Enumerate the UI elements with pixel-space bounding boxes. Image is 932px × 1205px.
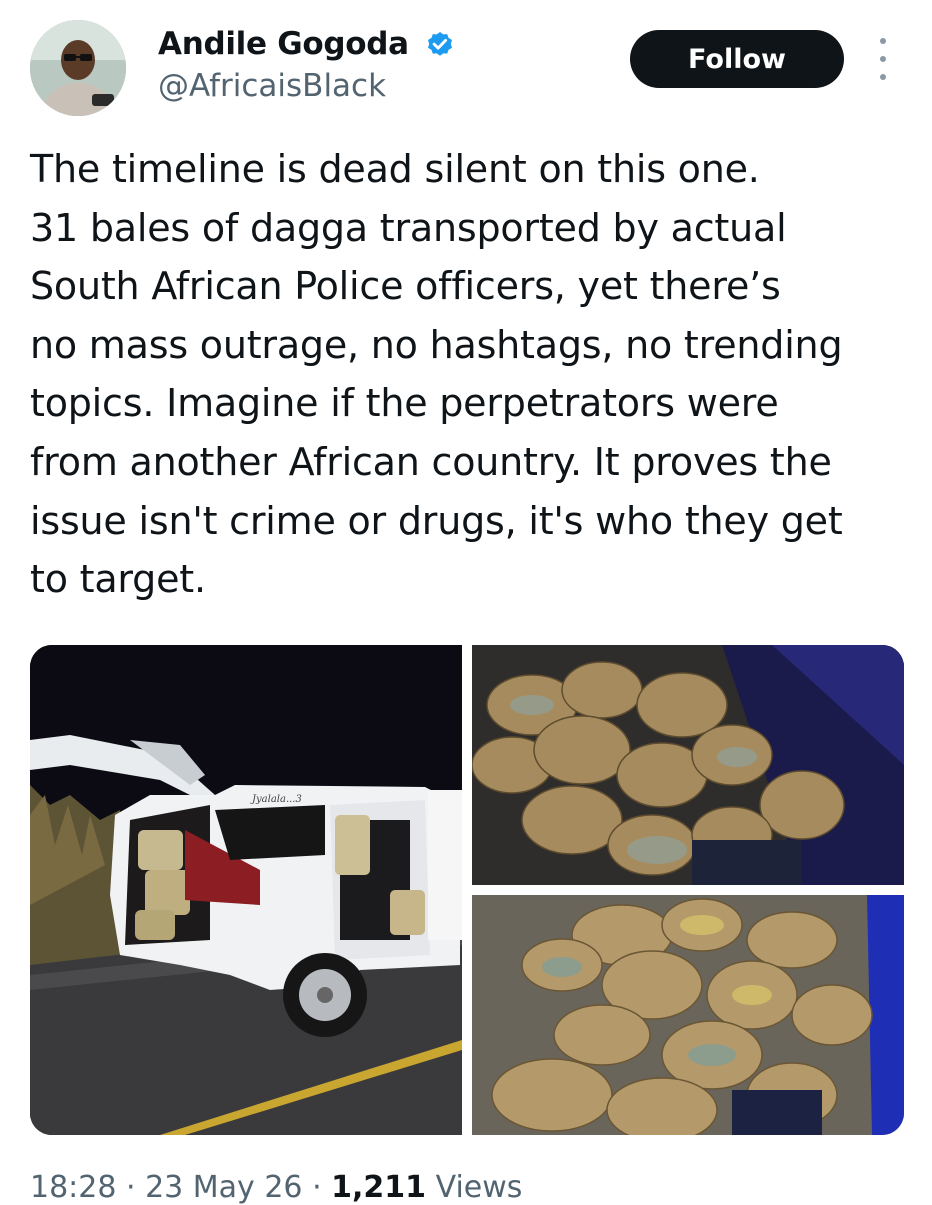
- media-grid: Jyalala...3: [30, 645, 904, 1135]
- more-options-icon[interactable]: [870, 38, 896, 80]
- display-name[interactable]: Andile Gogoda: [158, 26, 409, 62]
- follow-button[interactable]: Follow: [630, 30, 844, 88]
- media-photo-car[interactable]: Jyalala...3: [30, 645, 462, 1135]
- media-photo-bales-top[interactable]: [472, 645, 904, 885]
- avatar-photo: [30, 20, 126, 116]
- tweet-text: The timeline is dead silent on this one.…: [30, 147, 843, 602]
- car-with-bales-image: Jyalala...3: [30, 645, 462, 1135]
- media-photo-bales-bottom[interactable]: [472, 895, 904, 1135]
- user-handle[interactable]: @AfricaisBlack: [158, 68, 386, 104]
- bales-pile-image: [472, 895, 904, 1135]
- verified-badge-icon: [428, 32, 452, 56]
- more-dot: [880, 38, 886, 44]
- bales-on-road-image: [472, 645, 904, 885]
- more-dot: [880, 74, 886, 80]
- car-lettering: Jyalala...3: [250, 794, 302, 805]
- more-dot: [880, 56, 886, 62]
- avatar[interactable]: [30, 20, 126, 116]
